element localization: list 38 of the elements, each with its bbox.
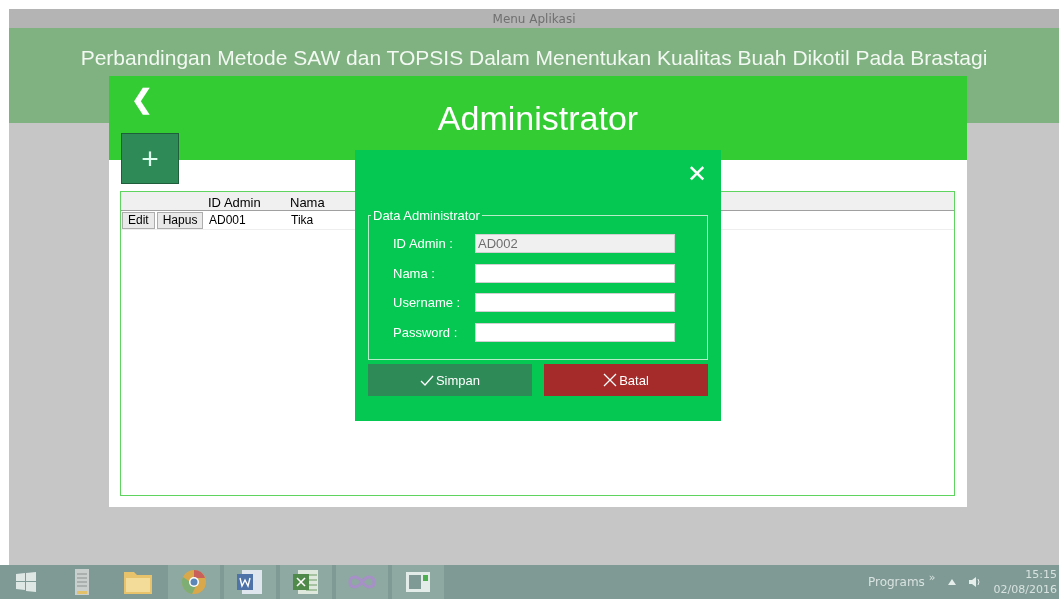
app-title: Perbandingan Metode SAW dan TOPSIS Dalam Menentukan Kualitas Buah Dikotil Pada Brastagi xyxy=(80,46,988,71)
close-icon xyxy=(603,373,618,387)
field-label: Nama : xyxy=(393,265,436,281)
clock-date: 02/08/2016 xyxy=(993,582,1057,597)
group-title: Data Administrator xyxy=(372,208,481,223)
row-action-button[interactable]: Hapus xyxy=(156,211,204,229)
save-button[interactable]: Simpan xyxy=(368,364,532,396)
input-field[interactable] xyxy=(475,293,675,313)
window-title: Menu Aplikasi xyxy=(492,11,576,26)
table-cell-text: Tika xyxy=(291,213,315,227)
speaker-icon[interactable] xyxy=(967,576,982,588)
clock[interactable]: 15:15 02/08/2016 xyxy=(993,567,1057,597)
field-label: ID Admin : xyxy=(393,236,454,252)
column-header: ID Admin xyxy=(207,195,262,210)
field-label: Password : xyxy=(393,324,459,340)
input-field[interactable] xyxy=(475,322,675,342)
clock-time: 15:15 xyxy=(1025,567,1057,582)
document-icon[interactable] xyxy=(236,569,264,595)
close-button[interactable]: ✕ xyxy=(687,162,707,186)
column-header: Nama xyxy=(290,195,326,210)
windows-logo-icon xyxy=(15,571,37,593)
field-label: Username : xyxy=(393,295,462,311)
back-button[interactable]: ❮ xyxy=(131,84,153,114)
input-field[interactable] xyxy=(475,263,675,283)
caret-up-icon[interactable] xyxy=(947,579,956,585)
server-icon[interactable] xyxy=(74,568,90,596)
check-icon xyxy=(419,374,434,386)
panel-title: Administrator xyxy=(437,98,639,138)
spreadsheet-icon[interactable] xyxy=(292,569,320,595)
expand-toolbar-button[interactable]: » xyxy=(928,570,936,584)
toolbar-label[interactable]: Programs xyxy=(867,575,925,589)
window-icon[interactable] xyxy=(405,571,431,593)
folder-icon[interactable] xyxy=(123,569,153,595)
cancel-button[interactable]: Batal xyxy=(544,364,708,396)
browser-icon[interactable] xyxy=(181,569,207,595)
add-button[interactable]: + xyxy=(121,133,179,184)
row-action-button[interactable]: Edit xyxy=(122,211,155,229)
table-cell-text: AD001 xyxy=(208,213,247,227)
